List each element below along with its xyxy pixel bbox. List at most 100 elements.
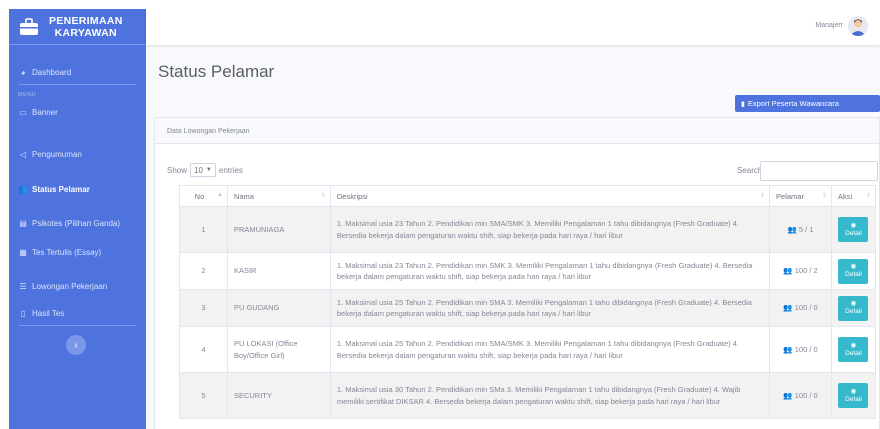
sidebar-item-psikotes[interactable]: ▤ Psikotes (Pilihan Ganda) <box>9 212 146 234</box>
sidebar-divider <box>19 325 136 326</box>
table-row: 4 PU LOKASI (Office Boy/Office Girl) 1. … <box>179 326 877 373</box>
users-icon: 👥 <box>783 303 793 313</box>
users-icon: 👥 <box>783 344 793 354</box>
cell-pelamar: 👥 100 / 0 <box>769 326 832 373</box>
column-header-label: Aksi <box>837 191 853 201</box>
table-row: 1 PRAMUNIAGA 1. Maksimal usia 23 Tahun 2… <box>179 206 877 253</box>
file-icon: ▯ <box>20 308 26 318</box>
dashboard-icon: ◕ <box>20 67 26 77</box>
cell-pelamar: 👥 100 / 0 <box>769 289 832 327</box>
cell-pelamar: 👥 100 / 0 <box>769 372 832 419</box>
sidebar-item-status-pelamar[interactable]: 👥 Status Pelamar <box>9 178 146 200</box>
list-ul-icon: ☰ <box>19 281 27 291</box>
sidebar-item-label: Lowongan Pekerjaan <box>32 281 108 291</box>
sort-icon: ⇕ <box>821 193 827 199</box>
table-header-row: No ▲ Nama ⇕ Deskripsi ⇕ Pelamar ⇕ Aksi ⇕ <box>179 185 877 207</box>
cell-deskripsi: 1. Maksimal usia 25 Tahun 2. Pendidikan … <box>329 326 771 373</box>
entries-value: 10 <box>194 165 203 175</box>
search-input[interactable] <box>760 161 878 181</box>
sort-icon: ⇕ <box>865 193 871 199</box>
file-export-icon: ▮ <box>741 100 745 108</box>
sidebar-item-dashboard[interactable]: ◕ Dashboard <box>9 61 146 83</box>
detail-button[interactable]: ◉ Detail <box>838 217 869 242</box>
cell-aksi: ◉ Detail <box>830 289 877 327</box>
detail-label: Detail <box>845 271 862 278</box>
sidebar-item-tes-tertulis[interactable]: ▦ Tes Tertulis (Essay) <box>9 241 146 263</box>
entries-label: entries <box>218 165 243 175</box>
cell-no: 1 <box>179 206 228 253</box>
user-avatar-icon <box>850 19 866 36</box>
sidebar-item-lowongan[interactable]: ☰ Lowongan Pekerjaan <box>9 275 146 297</box>
list-icon: ▤ <box>19 218 27 228</box>
sidebar-item-pengumuman[interactable]: ◁ Pengumuman <box>9 143 146 165</box>
detail-button[interactable]: ◉ Detail <box>838 383 869 408</box>
sidebar: PENERIMAAN KARYAWAN ◕ Dashboard MENU ▭ B… <box>9 9 146 429</box>
sidebar-toggle-button[interactable]: ‹ <box>66 335 86 355</box>
export-button[interactable]: ▮ Export Peserta Wawancara <box>735 95 880 112</box>
users-icon: 👥 <box>18 184 28 194</box>
card-header: Data Lowongan Pekerjaan <box>155 118 879 144</box>
sidebar-item-hasil-tes[interactable]: ▯ Hasil Tes <box>9 302 146 324</box>
detail-label: Detail <box>845 308 862 315</box>
cell-pelamar: 👥 5 / 1 <box>769 206 832 253</box>
bullhorn-icon: ◁ <box>19 149 27 159</box>
cell-pelamar: 👥 100 / 2 <box>769 252 832 290</box>
cell-aksi: ◉ Detail <box>830 372 877 419</box>
pelamar-count: 100 / 2 <box>794 266 818 276</box>
entries-select[interactable]: 10 ▼ <box>190 163 216 177</box>
column-header-nama[interactable]: Nama ⇕ <box>226 185 331 207</box>
sidebar-item-label: Status Pelamar <box>32 184 90 194</box>
sort-icon: ⇕ <box>320 193 326 199</box>
detail-button[interactable]: ◉ Detail <box>838 258 869 284</box>
pelamar-count: 100 / 0 <box>794 303 818 313</box>
sidebar-item-banner[interactable]: ▭ Banner <box>9 101 146 123</box>
chevron-left-icon: ‹ <box>74 339 78 351</box>
cell-no: 2 <box>179 252 228 290</box>
show-label: Show <box>167 165 188 175</box>
column-header-deskripsi[interactable]: Deskripsi ⇕ <box>329 185 771 207</box>
page-title: Status Pelamar <box>158 62 275 81</box>
briefcase-icon <box>20 17 38 35</box>
export-button-label: Export Peserta Wawancara <box>747 99 839 108</box>
image-icon: ▭ <box>19 107 27 117</box>
cell-aksi: ◉ Detail <box>830 326 877 373</box>
sidebar-item-label: Banner <box>32 107 58 117</box>
user-name[interactable]: Manajerr <box>815 22 843 29</box>
sidebar-item-label: Psikotes (Pilihan Ganda) <box>32 218 121 228</box>
cell-nama: PRAMUNIAGA <box>226 206 331 253</box>
eye-icon: ◉ <box>850 300 857 307</box>
column-header-no[interactable]: No ▲ <box>179 185 228 207</box>
sort-icon: ⇕ <box>759 193 766 199</box>
brand-line-2: KARYAWAN <box>54 26 117 39</box>
table-row: 3 PU GUDANG 1. Maksimal usia 25 Tahun 2.… <box>179 289 877 327</box>
cell-nama: PU GUDANG <box>226 289 331 327</box>
column-header-label: Deskripsi <box>336 191 368 201</box>
eye-icon: ◉ <box>850 263 857 270</box>
detail-button[interactable]: ◉ Detail <box>838 295 869 321</box>
users-icon: 👥 <box>787 224 797 234</box>
brand-line-1: PENERIMAAN <box>49 14 123 27</box>
chevron-down-icon: ▼ <box>205 167 212 173</box>
column-header-label: Nama <box>233 191 254 201</box>
topbar: Manajerr <box>146 9 880 45</box>
cell-no: 5 <box>179 372 228 419</box>
cell-deskripsi: 1. Maksimal usia 23 Tahun 2. Pendidikan … <box>329 206 771 253</box>
cell-deskripsi: 1. Maksimal usia 23 Tahun 2. Pendidikan … <box>329 252 771 290</box>
table-row: 2 KASIR 1. Maksimal usia 23 Tahun 2. Pen… <box>179 252 877 290</box>
cell-aksi: ◉ Detail <box>830 252 877 290</box>
detail-label: Detail <box>845 349 862 357</box>
cell-nama: PU LOKASI (Office Boy/Office Girl) <box>226 326 331 373</box>
brand[interactable]: PENERIMAAN KARYAWAN <box>9 9 146 45</box>
brand-title: PENERIMAAN KARYAWAN <box>49 15 123 39</box>
column-header-pelamar[interactable]: Pelamar ⇕ <box>769 185 832 207</box>
cell-aksi: ◉ Detail <box>830 206 877 253</box>
pelamar-count: 100 / 0 <box>794 344 818 354</box>
entries-length-control: Show 10 ▼ entries <box>167 163 243 177</box>
eye-icon: ◉ <box>850 341 857 349</box>
detail-button[interactable]: ◉ Detail <box>838 337 869 362</box>
sidebar-item-label: Tes Tertulis (Essay) <box>32 247 102 257</box>
column-header-aksi[interactable]: Aksi ⇕ <box>830 185 877 207</box>
sidebar-item-label: Hasil Tes <box>32 308 65 318</box>
avatar[interactable] <box>848 16 868 36</box>
sort-asc-icon: ▲ <box>217 192 223 198</box>
